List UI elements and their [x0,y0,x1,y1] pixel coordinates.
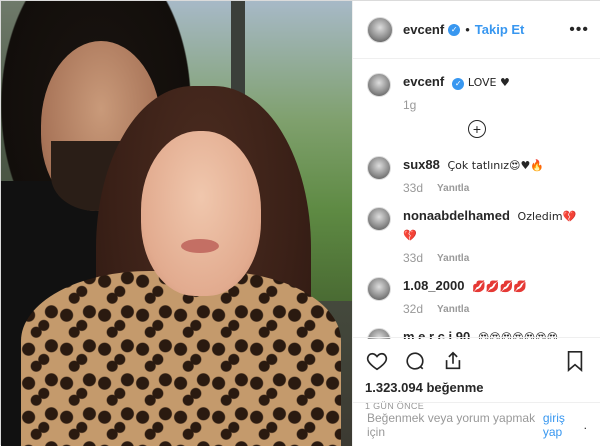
comment-body: sux88 Çok tatlınız😍♥🔥 33d Yanıtla [403,156,587,195]
comment-item: nonaabdelhamed Ozledim💔💔 33d Yanıtla [367,207,587,265]
post-side-panel: evcenf ✓ • Takip Et ••• evcenf ✓ LOVE ♥ 1… [352,1,600,446]
login-prompt: Beğenmek veya yorum yapmak için giriş ya… [353,402,600,446]
comment-item: 1.08_2000 💋💋💋💋 32d Yanıtla [367,277,587,316]
comment-time: 33d [403,181,424,195]
caption-verified-badge-icon: ✓ [452,78,465,90]
post-photo[interactable] [1,1,352,446]
caption-comment: evcenf ✓ LOVE ♥ 1g [367,73,587,112]
comment-text: 💋💋💋💋 [472,280,527,293]
bookmark-icon[interactable] [563,349,587,373]
woman-face [141,131,261,296]
load-more-comments: + [367,120,587,138]
login-prompt-period: . [583,417,587,432]
comment-icon[interactable] [403,349,427,373]
leopard-print-top [21,271,341,446]
likes-count[interactable]: 1.323.094 beğenme [365,380,589,395]
comment-meta: 33d Yanıtla [403,181,587,195]
login-link[interactable]: giriş yap [543,411,584,439]
instagram-post-modal: evcenf ✓ • Takip Et ••• evcenf ✓ LOVE ♥ 1… [0,0,600,446]
reply-button[interactable]: Yanıtla [437,183,469,194]
login-prompt-text: Beğenmek veya yorum yapmak için [367,410,536,439]
action-bar [365,346,589,376]
comment-username[interactable]: 1.08_2000 [403,278,464,293]
woman-lips [181,239,219,253]
comment-time: 32d [403,302,424,316]
comment-text-line: nonaabdelhamed Ozledim💔💔 [403,207,587,245]
reply-button[interactable]: Yanıtla [437,304,469,315]
comment-username[interactable]: sux88 [403,157,440,172]
verified-badge-icon: ✓ [448,23,461,36]
post-header: evcenf ✓ • Takip Et ••• [353,1,600,59]
header-separator: • [465,22,470,37]
comment-item: sux88 Çok tatlınız😍♥🔥 33d Yanıtla [367,156,587,195]
comment-body: 1.08_2000 💋💋💋💋 32d Yanıtla [403,277,587,316]
comment-time: 33d [403,251,424,265]
caption-meta: 1g [403,98,587,112]
plus-circle-icon[interactable]: + [468,120,486,138]
comment-avatar[interactable] [367,207,391,231]
caption-time: 1g [403,98,417,112]
author-username[interactable]: evcenf [403,22,444,37]
follow-button[interactable]: Takip Et [475,22,525,37]
comment-text: Çok tatlınız😍♥🔥 [447,159,545,172]
comment-body: nonaabdelhamed Ozledim💔💔 33d Yanıtla [403,207,587,265]
reply-button[interactable]: Yanıtla [437,253,469,264]
caption-text: LOVE ♥ [467,76,510,89]
caption-body: evcenf ✓ LOVE ♥ 1g [403,73,587,112]
more-options-icon[interactable]: ••• [569,21,589,39]
comment-username[interactable]: nonaabdelhamed [403,208,510,223]
comment-avatar[interactable] [367,156,391,180]
comment-avatar[interactable] [367,277,391,301]
heart-icon[interactable] [365,349,389,373]
share-icon[interactable] [441,349,465,373]
caption-username[interactable]: evcenf [403,74,444,89]
caption-avatar[interactable] [367,73,391,97]
comment-meta: 33d Yanıtla [403,251,587,265]
caption-text-line: evcenf ✓ LOVE ♥ [403,73,587,92]
comment-meta: 32d Yanıtla [403,302,587,316]
comments-list[interactable]: evcenf ✓ LOVE ♥ 1g + sux88 Çok tatlınız😍♥… [353,59,600,339]
author-avatar[interactable] [367,16,393,43]
comment-text-line: sux88 Çok tatlınız😍♥🔥 [403,156,587,175]
post-actions-section: 1.323.094 beğenme 1 GÜN ÖNCE [353,337,600,411]
comment-text-line: 1.08_2000 💋💋💋💋 [403,277,587,296]
